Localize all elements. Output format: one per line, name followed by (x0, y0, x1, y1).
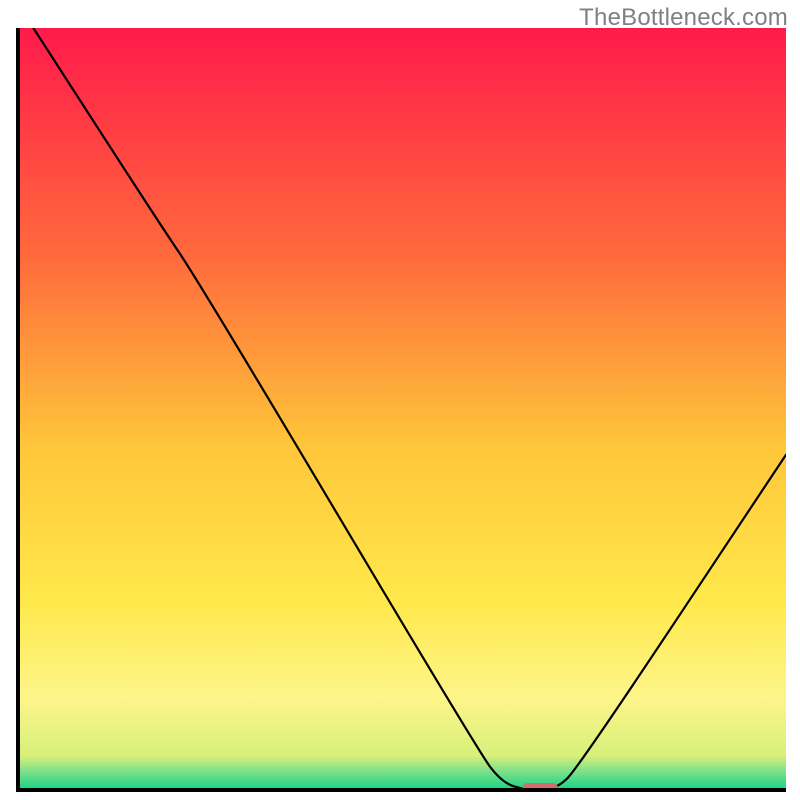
gradient-background (18, 28, 786, 790)
bottleneck-chart (0, 0, 800, 800)
plot-area (18, 28, 786, 795)
watermark-text: TheBottleneck.com (579, 4, 788, 32)
chart-stage: TheBottleneck.com (0, 0, 800, 800)
